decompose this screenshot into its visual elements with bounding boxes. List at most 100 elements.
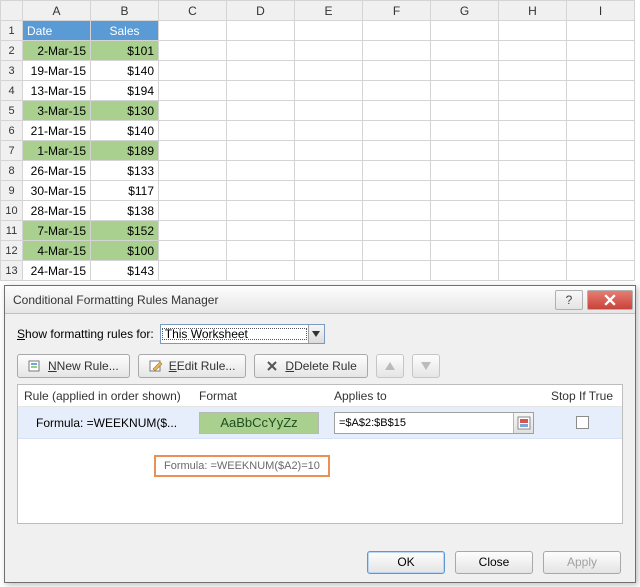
cell[interactable] xyxy=(363,181,431,201)
cell[interactable]: $194 xyxy=(91,81,159,101)
cell[interactable] xyxy=(227,221,295,241)
cell[interactable] xyxy=(499,201,567,221)
cell[interactable] xyxy=(159,141,227,161)
row-header[interactable]: 7 xyxy=(1,141,23,161)
cell[interactable]: 30-Mar-15 xyxy=(23,181,91,201)
cell[interactable]: 19-Mar-15 xyxy=(23,61,91,81)
cell[interactable] xyxy=(499,221,567,241)
cell[interactable]: $101 xyxy=(91,41,159,61)
row-header[interactable]: 1 xyxy=(1,21,23,41)
cell[interactable] xyxy=(159,221,227,241)
cell[interactable] xyxy=(363,241,431,261)
cell[interactable] xyxy=(363,61,431,81)
cell[interactable] xyxy=(567,181,635,201)
rule-row[interactable]: Formula: =WEEKNUM($... AaBbCcYyZz =$A$2:… xyxy=(18,407,622,439)
apply-button[interactable]: Apply xyxy=(543,551,621,574)
cell[interactable] xyxy=(295,81,363,101)
col-header[interactable]: F xyxy=(363,1,431,21)
cell[interactable]: Date xyxy=(23,21,91,41)
cell[interactable]: 3-Mar-15 xyxy=(23,101,91,121)
cell[interactable] xyxy=(295,41,363,61)
cell[interactable]: $133 xyxy=(91,161,159,181)
cell[interactable]: 4-Mar-15 xyxy=(23,241,91,261)
cell[interactable] xyxy=(159,201,227,221)
row-header[interactable]: 11 xyxy=(1,221,23,241)
cell[interactable] xyxy=(567,41,635,61)
cell[interactable] xyxy=(159,161,227,181)
cell[interactable] xyxy=(431,121,499,141)
edit-rule-button[interactable]: EEdit Rule... xyxy=(138,354,247,378)
col-header[interactable]: B xyxy=(91,1,159,21)
cell[interactable] xyxy=(227,161,295,181)
cell[interactable]: 13-Mar-15 xyxy=(23,81,91,101)
cell[interactable] xyxy=(363,121,431,141)
help-button[interactable]: ? xyxy=(555,290,583,310)
cell[interactable] xyxy=(499,101,567,121)
cell[interactable] xyxy=(295,121,363,141)
cell[interactable] xyxy=(567,141,635,161)
cell[interactable]: $189 xyxy=(91,141,159,161)
cell[interactable] xyxy=(295,241,363,261)
cell[interactable] xyxy=(227,81,295,101)
cell[interactable] xyxy=(159,121,227,141)
cell[interactable]: 24-Mar-15 xyxy=(23,261,91,281)
applies-to-input[interactable]: =$A$2:$B$15 xyxy=(334,412,534,434)
cell[interactable] xyxy=(159,61,227,81)
cell[interactable]: 21-Mar-15 xyxy=(23,121,91,141)
move-up-button[interactable] xyxy=(376,354,404,378)
close-button[interactable] xyxy=(587,290,633,310)
cell[interactable] xyxy=(227,241,295,261)
cell[interactable] xyxy=(567,201,635,221)
cell[interactable]: $100 xyxy=(91,241,159,261)
cell[interactable] xyxy=(159,41,227,61)
cell[interactable] xyxy=(431,101,499,121)
cell[interactable] xyxy=(499,121,567,141)
cell[interactable]: $140 xyxy=(91,121,159,141)
cell[interactable] xyxy=(499,61,567,81)
cell[interactable]: 7-Mar-15 xyxy=(23,221,91,241)
cell[interactable] xyxy=(431,241,499,261)
cell[interactable] xyxy=(227,201,295,221)
cell[interactable] xyxy=(431,161,499,181)
cell[interactable]: $143 xyxy=(91,261,159,281)
stop-if-true-checkbox[interactable] xyxy=(576,416,589,429)
cell[interactable] xyxy=(295,181,363,201)
range-picker-button[interactable] xyxy=(513,413,533,433)
cell[interactable] xyxy=(227,261,295,281)
cell[interactable] xyxy=(431,81,499,101)
cell[interactable]: 28-Mar-15 xyxy=(23,201,91,221)
cell[interactable] xyxy=(227,121,295,141)
cell[interactable] xyxy=(363,221,431,241)
select-all-corner[interactable] xyxy=(1,1,23,21)
cell[interactable] xyxy=(295,201,363,221)
scope-combobox[interactable]: This Worksheet xyxy=(160,324,325,344)
cell[interactable] xyxy=(499,181,567,201)
cell[interactable] xyxy=(159,101,227,121)
cell[interactable]: 2-Mar-15 xyxy=(23,41,91,61)
row-header[interactable]: 10 xyxy=(1,201,23,221)
cell[interactable] xyxy=(227,101,295,121)
cell[interactable] xyxy=(499,141,567,161)
cell[interactable] xyxy=(363,41,431,61)
cell[interactable]: $140 xyxy=(91,61,159,81)
cell[interactable] xyxy=(159,261,227,281)
cell[interactable] xyxy=(567,61,635,81)
cell[interactable] xyxy=(295,261,363,281)
cell[interactable]: $117 xyxy=(91,181,159,201)
cell[interactable]: Sales xyxy=(91,21,159,41)
dialog-titlebar[interactable]: Conditional Formatting Rules Manager ? xyxy=(5,286,635,314)
cell[interactable] xyxy=(363,101,431,121)
col-header[interactable]: H xyxy=(499,1,567,21)
row-header[interactable]: 2 xyxy=(1,41,23,61)
cell[interactable]: $138 xyxy=(91,201,159,221)
cell[interactable] xyxy=(431,221,499,241)
cell[interactable] xyxy=(295,61,363,81)
cell[interactable] xyxy=(431,201,499,221)
cell[interactable] xyxy=(227,21,295,41)
cell[interactable] xyxy=(363,161,431,181)
row-header[interactable]: 3 xyxy=(1,61,23,81)
cell[interactable] xyxy=(499,241,567,261)
cell[interactable] xyxy=(499,261,567,281)
cell[interactable] xyxy=(227,41,295,61)
cell[interactable] xyxy=(431,61,499,81)
